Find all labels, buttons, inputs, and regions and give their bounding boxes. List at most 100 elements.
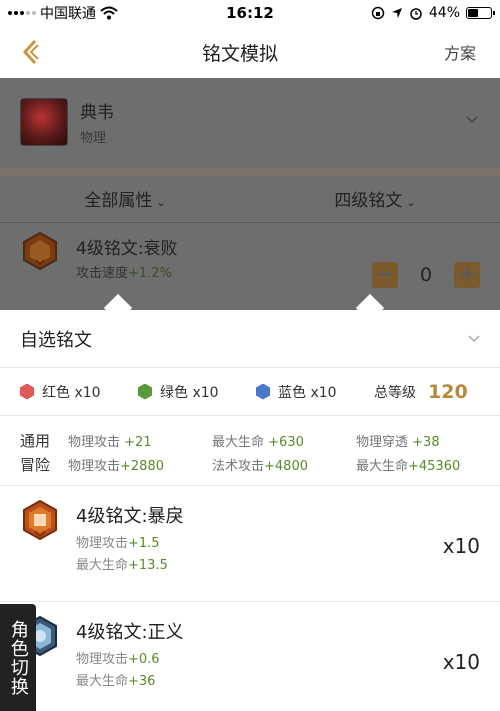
stat-value: +4800: [264, 458, 308, 474]
rune-attribute: 最大生命+13.5: [76, 554, 168, 573]
decrement-button[interactable]: −: [372, 262, 398, 288]
stat-cell: 物理穿透 +38: [356, 431, 496, 450]
stat-value: +630: [268, 434, 304, 450]
level-filter[interactable]: 四级铭文 ⌄: [250, 186, 500, 211]
rune-quantity: x10: [442, 650, 480, 674]
clock: 16:12: [226, 4, 274, 22]
color-count-blue: 蓝色 x10: [256, 382, 374, 402]
stats-summary: 通用 物理攻击 +21 最大生命 +630 物理穿透 +38 冒险 物理攻击+2…: [0, 416, 500, 486]
color-count-label: 蓝色 x10: [278, 384, 337, 401]
status-left: 中国联通: [8, 3, 178, 23]
stat-label: 物理攻击: [68, 434, 121, 450]
stat-cell: 最大生命 +630: [212, 431, 356, 450]
attribute-filter[interactable]: 全部属性 ⌄: [0, 186, 250, 211]
color-summary: 红色 x10 绿色 x10 蓝色 x10 总等级 120: [0, 368, 500, 416]
stat-category: 通用: [20, 431, 51, 450]
stat-category: 冒险: [20, 455, 51, 474]
chevron-left-icon: [22, 39, 39, 65]
level-filter-label: 四级铭文: [334, 190, 403, 211]
plan-button[interactable]: 方案: [420, 40, 500, 64]
hero-name: 典韦: [80, 103, 114, 123]
attr-label: 物理攻击: [76, 536, 129, 551]
nav-bar: 铭文模拟 方案: [0, 26, 500, 78]
total-level-label: 总等级: [374, 384, 416, 401]
divider: [0, 168, 500, 176]
attr-value: +0.6: [128, 652, 160, 667]
hero-info: 典韦 物理: [80, 98, 114, 146]
hero-selector[interactable]: 典韦 物理: [0, 78, 500, 166]
sheet-header[interactable]: 自选铭文: [0, 310, 500, 368]
stat-cell: 物理攻击+2880: [68, 455, 212, 474]
battery-percent: 44%: [428, 5, 460, 21]
stat-label: 最大生命: [212, 434, 265, 450]
alarm-icon: [410, 8, 422, 20]
wifi-icon: [100, 6, 118, 20]
divider: [0, 222, 500, 223]
filter-row: 全部属性 ⌄ 四级铭文 ⌄: [0, 178, 500, 218]
lock-rotation-icon: [371, 6, 385, 20]
increment-button[interactable]: +: [454, 262, 480, 288]
stat-label: 物理穿透: [356, 434, 409, 450]
hero-type: 物理: [80, 131, 107, 146]
stat-label: 法术攻击: [212, 458, 265, 474]
stat-cell: 最大生命+45360: [356, 455, 496, 474]
attr-label: 最大生命: [76, 558, 129, 573]
rune-name: 4级铭文:衰败: [76, 239, 178, 259]
battery-fill: [468, 9, 478, 17]
quantity-value: 0: [419, 264, 433, 286]
attr-value: +1.2%: [128, 266, 172, 281]
rune-attribute: 最大生命+36: [76, 670, 155, 689]
color-count-red: 红色 x10: [20, 382, 138, 402]
rune-list-item[interactable]: 4级铭文:正义 物理攻击+0.6 最大生命+36 x10: [0, 602, 500, 711]
stat-label: 物理攻击: [68, 458, 121, 474]
stat-label: 最大生命: [356, 458, 409, 474]
signal-icon: [8, 11, 36, 15]
rune-name: 4级铭文:暴戾: [76, 506, 184, 527]
chevron-down-icon: [466, 116, 478, 124]
attribute-filter-label: 全部属性: [84, 190, 153, 211]
attr-value: +13.5: [128, 558, 168, 573]
rune-quantity: x10: [442, 534, 480, 558]
stat-value: +21: [124, 434, 152, 450]
rune-icon: [23, 232, 57, 270]
stat-row-general: 通用 物理攻击 +21 最大生命 +630 物理穿透 +38: [20, 428, 500, 452]
custom-rune-sheet: 自选铭文 红色 x10 绿色 x10 蓝色 x10 总等级 120 通用 物理攻…: [0, 310, 500, 711]
stat-row-adventure: 冒险 物理攻击+2880 法术攻击+4800 最大生命+45360: [20, 452, 500, 476]
status-bar: 中国联通 16:12 44%: [0, 0, 500, 26]
chevron-down-icon: ⌄: [406, 195, 416, 209]
page-title: 铭文模拟: [201, 42, 278, 65]
rune-attribute: 物理攻击+1.5: [76, 532, 160, 551]
chevron-down-icon[interactable]: [468, 334, 480, 343]
red-rune-icon: [23, 500, 57, 540]
status-right: 44%: [322, 5, 495, 21]
blue-gem-icon: [256, 383, 270, 400]
stat-value: +2880: [120, 458, 164, 474]
dimmed-overlay[interactable]: 典韦 物理 全部属性 ⌄ 四级铭文 ⌄ 4级铭文:衰败 攻击速度+1.2% − 0 …: [0, 78, 500, 310]
quantity-stepper: − 0 +: [372, 262, 480, 288]
attr-label: 最大生命: [76, 674, 129, 689]
rune-list-item[interactable]: 4级铭文:衰败 攻击速度+1.2% − 0 +: [0, 224, 500, 300]
sheet-title: 自选铭文: [20, 329, 92, 351]
stat-cell: 法术攻击+4800: [212, 455, 356, 474]
rune-list-item[interactable]: 4级铭文:暴戾 物理攻击+1.5 最大生命+13.5 x10: [0, 486, 500, 602]
chevron-down-icon: ⌄: [156, 195, 166, 209]
color-count-label: 绿色 x10: [160, 384, 219, 401]
role-switch-button[interactable]: 角色切换: [0, 604, 36, 711]
carrier-label: 中国联通: [40, 6, 96, 22]
attr-value: +36: [128, 674, 156, 689]
stat-value: +38: [412, 434, 440, 450]
attr-label: 攻击速度: [76, 266, 129, 281]
color-count-label: 红色 x10: [42, 384, 101, 401]
hero-avatar: [20, 98, 68, 146]
stat-cell: 物理攻击 +21: [68, 431, 212, 450]
location-icon: [391, 8, 402, 18]
attr-value: +1.5: [128, 536, 160, 551]
back-button[interactable]: [0, 26, 60, 78]
stat-value: +45360: [408, 458, 461, 474]
red-gem-icon: [20, 383, 34, 400]
total-level-value: 120: [428, 380, 468, 403]
rune-attribute: 攻击速度+1.2%: [76, 262, 172, 281]
total-level: 总等级 120: [374, 381, 468, 403]
rune-name: 4级铭文:正义: [76, 622, 184, 643]
color-count-green: 绿色 x10: [138, 382, 256, 402]
